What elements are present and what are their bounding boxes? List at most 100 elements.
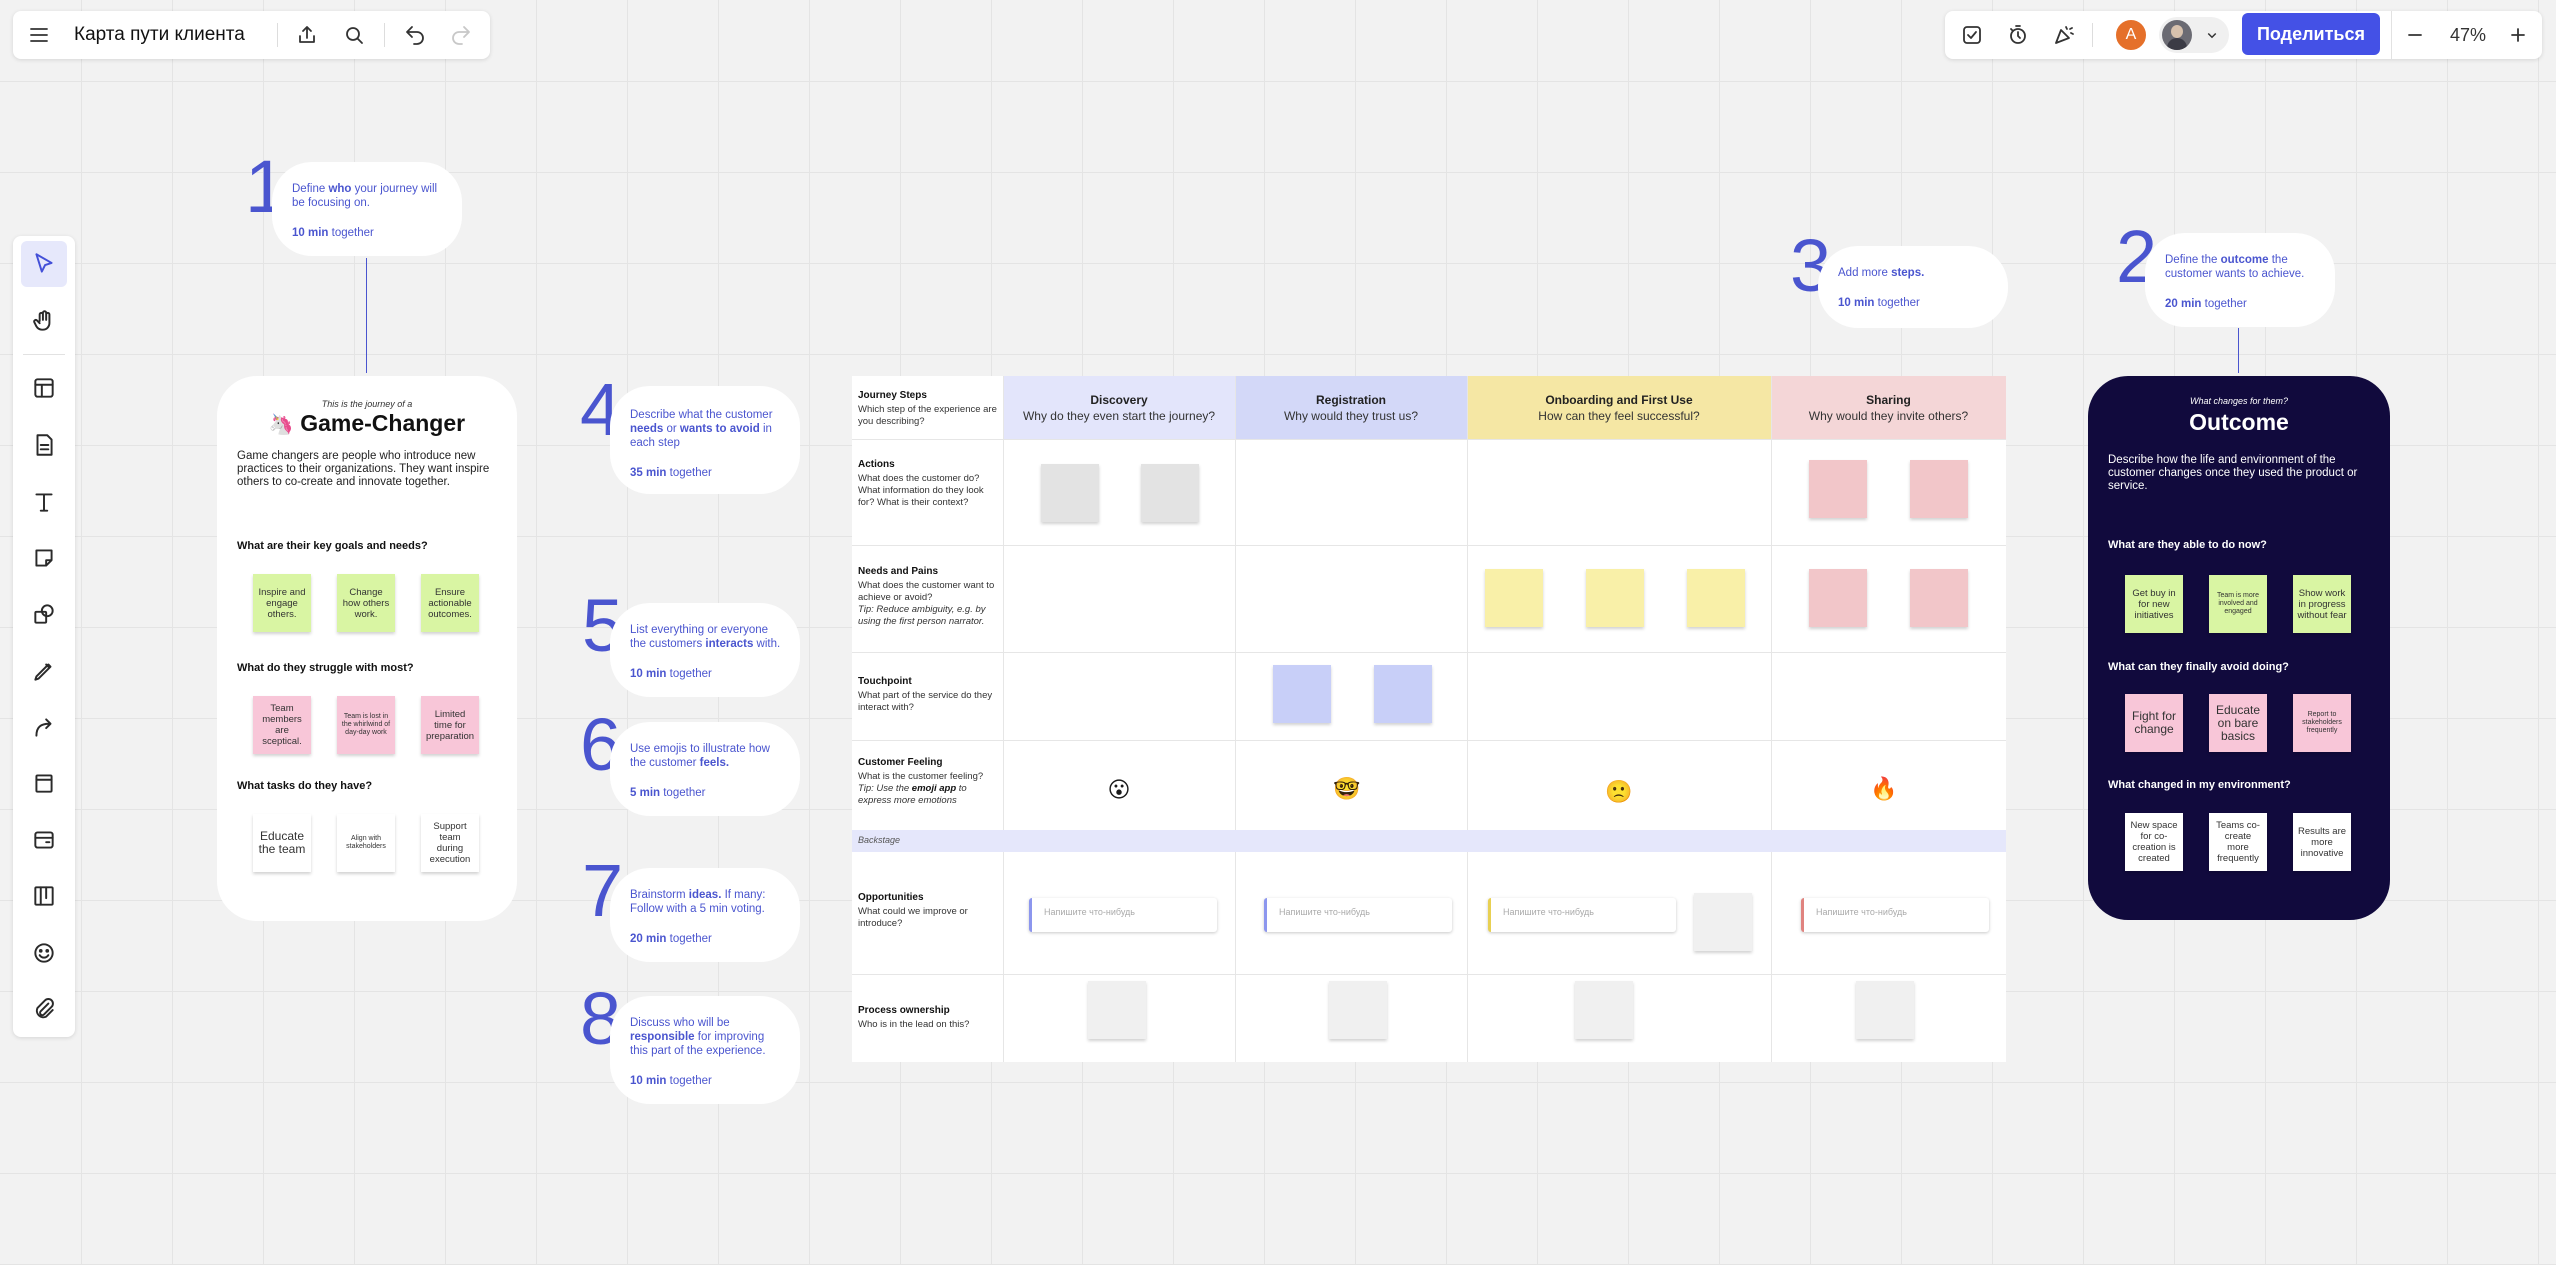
step-1-bubble[interactable]: Define who your journey will be focusing… [272,162,462,256]
collaborators-button[interactable] [2159,17,2229,53]
column-header-sharing[interactable]: Sharing Why would they invite others? [1771,376,2006,439]
opportunity-input[interactable]: Напишите что-нибудь [1264,898,1452,932]
row-label-feeling: Customer Feeling What is the customer fe… [858,757,998,807]
celebrate-icon[interactable] [2046,17,2082,53]
kanban-icon[interactable] [21,873,67,919]
sticky-note[interactable]: Teams co-create more frequently [2209,813,2267,871]
sticky-note[interactable]: Change how others work. [337,574,395,632]
emoji-surprised[interactable]: 😮 [1104,775,1134,805]
checkbox-icon[interactable] [1954,17,1990,53]
column-header-onboarding[interactable]: Onboarding and First Use How can they fe… [1467,376,1771,439]
time-bold: 20 min [2165,298,2202,310]
row-label-ownership: Process ownership Who is in the lead on … [858,1005,998,1031]
row-title: Journey Steps [858,390,927,401]
text-icon[interactable] [21,479,67,525]
step-time: 20 min together [2165,297,2317,311]
sticky-note[interactable]: Inspire and engage others. [253,574,311,632]
chevron-down-icon [2203,26,2221,49]
step-text: Discuss who will be [630,1017,730,1029]
emoji-frown[interactable]: 🙁 [1604,777,1634,807]
sticky-note[interactable]: New space for co-creation is created [2125,813,2183,871]
row-desc: Who is in the lead on this? [858,1019,970,1030]
user-avatar[interactable]: A [2114,18,2148,52]
step-5-bubble[interactable]: List everything or everyone the customer… [610,603,800,697]
select-tool-icon[interactable] [21,241,67,287]
timer-icon[interactable] [2000,17,2036,53]
sticky-note[interactable] [1809,460,1867,518]
opportunity-input[interactable]: Напишите что-нибудь [1029,898,1217,932]
board-title[interactable]: Карта пути клиента [74,24,245,46]
persona-description: Game changers are people who introduce n… [237,450,490,488]
sticky-note[interactable]: Ensure actionable outcomes. [421,574,479,632]
sticky-note[interactable] [1041,464,1099,522]
shapes-icon[interactable] [21,591,67,637]
sticky-note[interactable] [1374,665,1432,723]
document-icon[interactable] [21,422,67,468]
opportunity-input[interactable]: Напишите что-нибудь [1801,898,1989,932]
hand-tool-icon[interactable] [21,298,67,344]
sticky-note[interactable]: Report to stakeholders frequently [2293,694,2351,752]
pen-icon[interactable] [21,648,67,694]
row-tip: Tip: Reduce ambiguity, e.g. by using the… [858,604,986,627]
sticky-note[interactable] [1694,893,1752,951]
zoom-level[interactable]: 47% [2443,25,2493,46]
connector-icon[interactable] [21,704,67,750]
sticky-note[interactable] [1586,569,1644,627]
zoom-in-icon[interactable] [2500,17,2536,53]
step-3-bubble[interactable]: Add more steps. 10 min together [1818,246,2008,328]
sticky-note[interactable] [1687,569,1745,627]
step-2-bubble[interactable]: Define the outcome the customer wants to… [2145,233,2335,327]
menu-icon[interactable] [21,17,57,53]
sticky-note[interactable] [1809,569,1867,627]
search-icon[interactable] [336,17,372,53]
zoom-out-icon[interactable] [2397,17,2433,53]
sticky-note[interactable]: Fight for change [2125,694,2183,752]
card-icon[interactable] [21,817,67,863]
opportunity-input[interactable]: Напишите что-нибудь [1488,898,1676,932]
sticky-note[interactable]: Team is lost in the whirlwind of day-day… [337,696,395,754]
sticky-note[interactable]: Educate the team [253,814,311,872]
sticky-note[interactable]: Get buy in for new initiatives [2125,575,2183,633]
step-7-bubble[interactable]: Brainstorm ideas. If many: Follow with a… [610,868,800,962]
frame-icon[interactable] [21,760,67,806]
persona-card[interactable]: This is the journey of a 🦄 Game-Changer … [217,376,517,921]
sticky-note[interactable]: Limited time for preparation [421,696,479,754]
export-icon[interactable] [289,17,325,53]
step-text-bold: steps. [1891,267,1925,279]
outcome-card[interactable]: What changes for them? Outcome Describe … [2088,376,2390,920]
attachment-icon[interactable] [21,986,67,1032]
sticky-note[interactable]: Team is more involved and engaged [2209,575,2267,633]
emoji-nerd[interactable]: 🤓 [1332,774,1362,804]
sticky-note[interactable] [1485,569,1543,627]
step-6-bubble[interactable]: Use emojis to illustrate how the custome… [610,722,800,816]
sticky-note[interactable] [1141,464,1199,522]
undo-icon[interactable] [397,17,433,53]
column-header-discovery[interactable]: Discovery Why do they even start the jou… [1003,376,1235,439]
sticky-note[interactable]: Align with stakeholders [337,814,395,872]
sticky-note[interactable]: Results are more innovative [2293,813,2351,871]
sticky-note-icon[interactable] [21,535,67,581]
column-header-registration[interactable]: Registration Why would they trust us? [1235,376,1467,439]
divider [2391,11,2392,59]
sticky-note[interactable] [1088,981,1146,1039]
templates-icon[interactable] [21,365,67,411]
sticky-note[interactable] [1329,981,1387,1039]
step-text-bold: outcome [2220,254,2269,266]
emoji-fire[interactable]: 🔥 [1869,774,1899,804]
sticky-note[interactable] [1856,981,1914,1039]
sticky-note[interactable] [1273,665,1331,723]
redo-icon[interactable] [443,17,479,53]
time-bold: 10 min [292,227,329,239]
sticky-note[interactable] [1910,569,1968,627]
emoji-icon[interactable] [21,930,67,976]
step-8-bubble[interactable]: Discuss who will be responsible for impr… [610,996,800,1104]
sticky-note[interactable]: Team members are sceptical. [253,696,311,754]
sticky-note[interactable]: Educate on bare basics [2209,694,2267,752]
sticky-note[interactable] [1575,981,1633,1039]
sticky-note[interactable] [1910,460,1968,518]
step-4-bubble[interactable]: Describe what the customer needs or want… [610,386,800,494]
sticky-note[interactable]: Show work in progress without fear [2293,575,2351,633]
time-rest: together [660,787,706,799]
sticky-note[interactable]: Support team during execution [421,814,479,872]
share-button[interactable]: Поделиться [2242,13,2380,55]
